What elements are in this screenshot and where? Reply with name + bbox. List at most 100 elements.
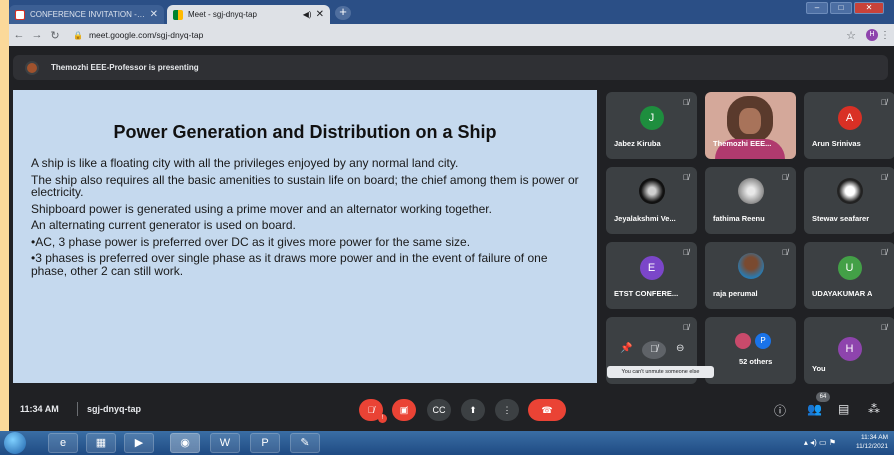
avatar-photo: [737, 178, 764, 204]
participant-tile[interactable]: 🎙̸ Stewav seafarer: [804, 167, 894, 234]
browser-menu-icon[interactable]: ⋮: [880, 30, 890, 41]
participant-name: Themozhi EEE...: [713, 139, 772, 148]
close-window-button[interactable]: ✕: [854, 2, 884, 14]
forward-icon[interactable]: →: [29, 29, 45, 41]
system-tray-icons[interactable]: ▴ ◂) ▭ ⚑: [804, 438, 836, 447]
reload-icon[interactable]: ↻: [47, 29, 63, 42]
avatar-photo: [836, 178, 863, 204]
leave-call-button[interactable]: ☎: [528, 399, 566, 421]
participant-tile[interactable]: 🎙̸ fathima Reenu: [705, 167, 796, 234]
os-taskbar: e ▦ ▶ ◉ W P ✎ ▴ ◂) ▭ ⚑ 11:34 AM 11/12/20…: [0, 431, 894, 455]
slide-title: Power Generation and Distribution on a S…: [113, 122, 497, 142]
screen: CONFERENCE INVITATION - REG ✕ Meet - sgj…: [9, 0, 894, 455]
avatar: U: [837, 256, 862, 280]
presentation-slide: Power Generation and Distribution on a S…: [13, 90, 597, 383]
captions-button[interactable]: CC: [427, 399, 451, 421]
mic-muted-icon: 🎙̸: [782, 173, 788, 182]
address-bar: ← → ↻ 🔒 meet.google.com/sgj-dnyq-tap ☆ H…: [9, 24, 894, 46]
word-icon[interactable]: W: [210, 433, 240, 453]
presenting-banner: Themozhi EEE-Professor is presenting: [13, 55, 888, 80]
participant-name: raja perumal: [713, 289, 758, 298]
tab-conference-invitation[interactable]: CONFERENCE INVITATION - REG ✕: [9, 5, 164, 24]
mute-icon[interactable]: 🎙̸: [642, 341, 666, 359]
chrome-icon[interactable]: ◉: [170, 433, 200, 453]
self-tile[interactable]: 🎙̸ H You: [804, 317, 894, 384]
mic-muted-icon: 🎙̸: [683, 248, 689, 257]
participant-tile[interactable]: 🎙̸ E ETST CONFERE...: [606, 242, 697, 309]
mic-muted-icon: 🎙̸: [683, 323, 689, 332]
url-text: meet.google.com/sgj-dnyq-tap: [88, 30, 204, 40]
mic-muted-icon: 🎙̸: [683, 98, 689, 107]
url-field[interactable]: 🔒 meet.google.com/sgj-dnyq-tap: [73, 26, 863, 44]
unmute-tooltip: You can't unmute someone else: [607, 366, 714, 378]
powerpoint-icon[interactable]: P: [250, 433, 280, 453]
browser-tab-bar: CONFERENCE INVITATION - REG ✕ Meet - sgj…: [9, 0, 894, 24]
avatar-photo: [735, 333, 751, 349]
tab-meet[interactable]: Meet - sgj-dnyq-tap ◀) ✕: [167, 5, 330, 24]
media-player-icon[interactable]: ▶: [124, 433, 154, 453]
participant-name: You: [812, 364, 826, 373]
mic-muted-icon: 🎙̸: [683, 173, 689, 182]
pin-icon[interactable]: 📌: [620, 343, 632, 354]
paint-icon[interactable]: ✎: [290, 433, 320, 453]
internet-explorer-icon[interactable]: e: [48, 433, 78, 453]
info-icon[interactable]: ⓘ: [774, 402, 786, 419]
bookmark-star-icon[interactable]: ☆: [846, 29, 856, 42]
participant-tile[interactable]: 🎙̸ A Arun Srinivas: [804, 92, 894, 159]
file-explorer-icon[interactable]: ▦: [86, 433, 116, 453]
participant-tile[interactable]: 🎙̸ Jeyalakshmi Ve...: [606, 167, 697, 234]
meeting-code: sgj-dnyq-tap: [87, 404, 141, 414]
others-tile[interactable]: P 52 others: [705, 317, 796, 384]
avatar: J: [639, 106, 664, 130]
more-options-button[interactable]: ⋮: [495, 399, 519, 421]
mic-muted-icon: 🎙̸: [881, 173, 887, 182]
slide-paragraph: •AC, 3 phase power is preferred over DC …: [31, 234, 471, 249]
profile-avatar[interactable]: H: [866, 29, 878, 41]
avatar-photo: [737, 253, 764, 279]
close-icon[interactable]: ✕: [316, 9, 324, 20]
participant-name: Jabez Kiruba: [614, 139, 661, 148]
close-icon[interactable]: ✕: [150, 9, 158, 20]
participant-tile[interactable]: 🎙̸ U UDAYAKUMAR A: [804, 242, 894, 309]
camera-toggle-button[interactable]: ▣̸: [392, 399, 416, 421]
slide-paragraph: An alternating current generator is used…: [31, 218, 296, 232]
participant-video: [727, 96, 773, 142]
tab-label: Meet - sgj-dnyq-tap: [188, 10, 257, 19]
mic-muted-icon: 🎙̸: [782, 248, 788, 257]
activities-icon[interactable]: ⁂: [868, 402, 880, 416]
slide-paragraph: •3 phases is preferred over single phase…: [31, 251, 548, 278]
start-button[interactable]: [4, 432, 26, 454]
maximize-button[interactable]: □: [830, 2, 852, 14]
meeting-controls-bar: 11:34 AM sgj-dnyq-tap 🎙̸ ! ▣̸ CC ⬆ ⋮ ☎ ⓘ…: [9, 392, 894, 428]
minimize-button[interactable]: –: [806, 2, 828, 14]
avatar: A: [837, 106, 862, 130]
lock-icon: 🔒: [73, 30, 83, 40]
presenting-text: Themozhi EEE-Professor is presenting: [51, 63, 199, 72]
system-clock[interactable]: 11:34 AM 11/12/2021: [856, 433, 888, 451]
participant-name: Arun Srinivas: [812, 139, 861, 148]
participant-name: fathima Reenu: [713, 214, 765, 223]
gmail-icon: [15, 9, 25, 20]
back-icon[interactable]: ←: [11, 29, 27, 41]
mic-warning-badge: !: [378, 414, 387, 423]
slide-paragraph: A ship is like a floating city with all …: [31, 156, 459, 170]
presenter-avatar: [25, 60, 39, 75]
new-tab-button[interactable]: +: [335, 5, 351, 20]
window-controls: – □ ✕: [806, 2, 884, 14]
slide-paragraph: The ship also requires all the basic ame…: [31, 172, 579, 199]
present-screen-button[interactable]: ⬆: [461, 399, 485, 421]
system-date: 11/12/2021: [855, 443, 888, 450]
others-count: 52 others: [739, 357, 773, 366]
mic-muted-icon: 🎙̸: [881, 323, 887, 332]
audio-playing-icon[interactable]: ◀): [303, 10, 312, 19]
avatar-photo: [638, 178, 665, 204]
meet-icon: [173, 9, 183, 20]
avatar: H: [837, 337, 862, 361]
people-icon[interactable]: 👥: [807, 402, 822, 416]
participant-tile-video[interactable]: Themozhi EEE...: [705, 92, 796, 159]
remove-icon[interactable]: ⊖: [676, 343, 684, 354]
participant-tile[interactable]: 🎙̸ raja perumal: [705, 242, 796, 309]
participant-tile[interactable]: 🎙̸ J Jabez Kiruba: [606, 92, 697, 159]
divider: [77, 402, 78, 416]
chat-icon[interactable]: ▤: [838, 402, 849, 416]
